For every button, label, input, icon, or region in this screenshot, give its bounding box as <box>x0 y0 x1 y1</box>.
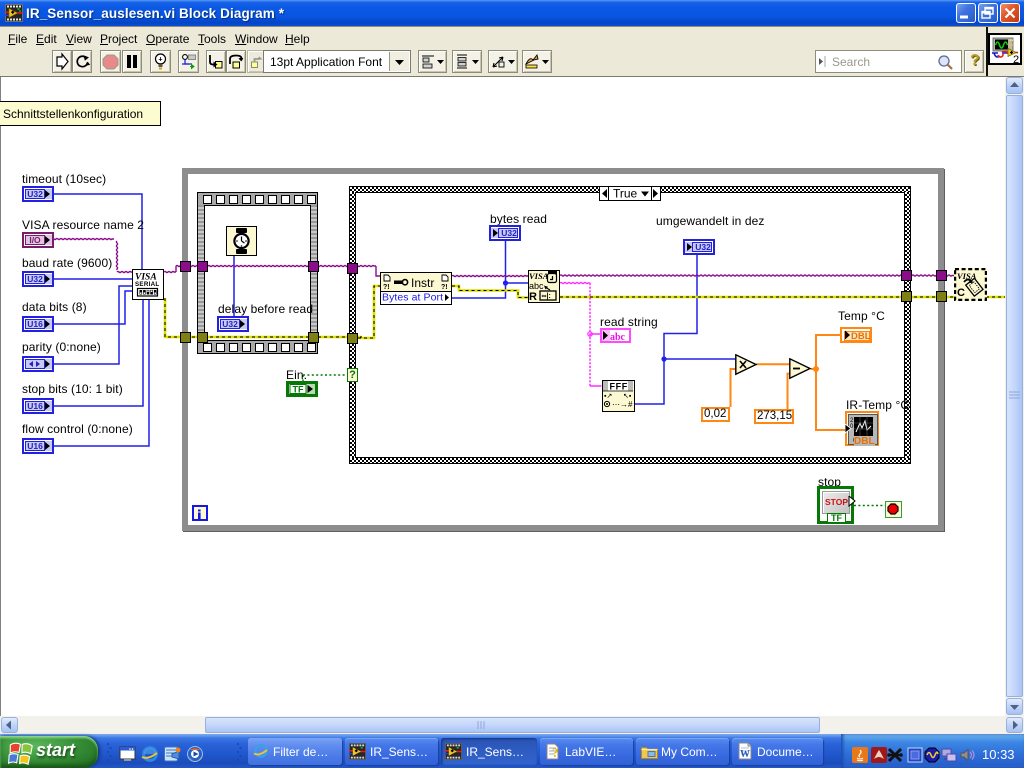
svg-text:I/O: I/O <box>29 235 41 245</box>
svg-text:U32: U32 <box>222 319 238 329</box>
svg-text:U32: U32 <box>27 274 43 284</box>
svg-text:abc: abc <box>529 281 544 291</box>
svg-text:Instr: Instr <box>411 276 434 290</box>
svg-text:2: 2 <box>1013 54 1019 64</box>
svg-text:W: W <box>740 749 750 760</box>
svg-text:C: C <box>957 287 965 299</box>
svg-text:SERIAL: SERIAL <box>135 281 160 288</box>
svg-text:U16: U16 <box>27 441 43 451</box>
svg-text:TF: TF <box>293 385 304 395</box>
svg-text:R: R <box>529 291 537 301</box>
svg-text:↖▪: ↖▪ <box>623 393 632 400</box>
svg-text:DBL: DBL <box>851 331 870 341</box>
svg-text:U16: U16 <box>27 319 43 329</box>
svg-text:U32: U32 <box>501 228 517 238</box>
svg-text:abc: abc <box>610 332 626 341</box>
svg-text:VISA: VISA <box>529 271 549 281</box>
svg-text:U16: U16 <box>27 401 43 411</box>
svg-text:?: ? <box>552 745 559 760</box>
svg-text:U32: U32 <box>27 189 43 199</box>
svg-text:⋯→#: ⋯→# <box>612 400 633 409</box>
svg-text:▪↗: ▪↗ <box>604 393 612 400</box>
svg-text:Bytes at Port: Bytes at Port <box>382 292 443 304</box>
svg-text:?!: ?! <box>383 284 390 291</box>
svg-text:FFF: FFF <box>610 382 628 392</box>
svg-text:?!: ?! <box>441 284 448 291</box>
svg-text:U32: U32 <box>695 242 711 252</box>
svg-text:∞|:: ∞|: <box>542 293 551 300</box>
